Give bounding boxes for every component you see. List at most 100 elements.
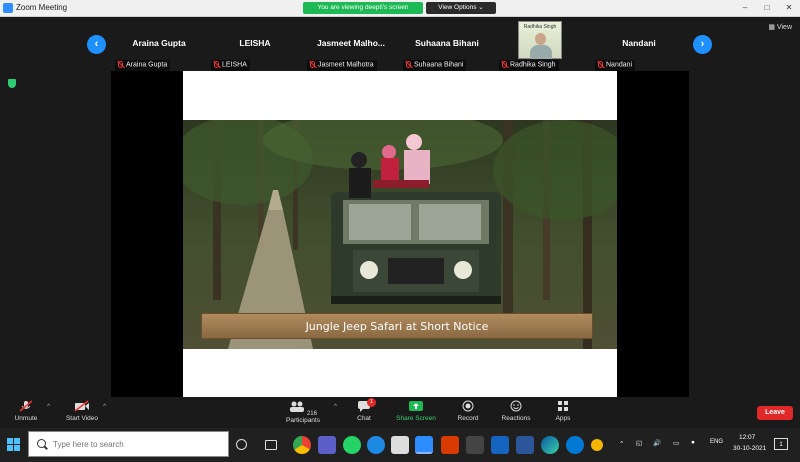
- store-icon[interactable]: [391, 436, 409, 454]
- participant-name: Jasmeet Malho...: [316, 38, 386, 48]
- muted-mic-icon: [598, 61, 603, 68]
- participant-label: Suhaana Bihani: [403, 60, 467, 71]
- muted-mic-icon: [118, 61, 123, 68]
- video-caption: Radhika Singh: [523, 24, 557, 30]
- meeting-controls: Unmute ^ Start Video ^ 216 Participants …: [0, 398, 800, 428]
- record-icon: [462, 400, 474, 412]
- participants-icon: [290, 401, 305, 412]
- zoom-taskbar-icon[interactable]: [415, 436, 433, 454]
- unmute-button[interactable]: Unmute ^: [0, 400, 56, 422]
- search-icon: [37, 439, 46, 448]
- participant-label-text: LEISHA: [222, 61, 247, 69]
- screen-share-banner: You are viewing deepti's screen: [303, 2, 423, 14]
- app-icon[interactable]: [591, 439, 603, 451]
- participant-label: Nandani: [595, 60, 636, 71]
- chrome-icon[interactable]: [293, 436, 311, 454]
- participant-video: Radhika Singh: [518, 21, 562, 59]
- whatsapp-icon[interactable]: [343, 436, 361, 454]
- app-icon[interactable]: [466, 436, 484, 454]
- chat-label: Chat: [357, 415, 371, 422]
- caret-up-icon[interactable]: ^: [103, 404, 106, 410]
- security-shield-icon[interactable]: [8, 79, 16, 88]
- reactions-label: Reactions: [501, 415, 531, 422]
- mic-tray-icon[interactable]: ●: [691, 439, 695, 446]
- cortana-icon[interactable]: [236, 439, 247, 450]
- share-screen-icon: [409, 401, 423, 411]
- person-body: [530, 45, 552, 59]
- participant-tile[interactable]: Suhaana Bihani Suhaana Bihani: [401, 21, 493, 71]
- muted-mic-icon: [214, 61, 219, 68]
- participant-label-text: Jasmeet Malhotra: [318, 61, 374, 69]
- maximize-button[interactable]: □: [756, 2, 778, 14]
- participant-tile[interactable]: LEISHA LEISHA: [209, 21, 301, 71]
- window-title: Zoom Meeting: [16, 3, 68, 12]
- participant-name: LEISHA: [239, 38, 271, 48]
- participant-label: Jasmeet Malhotra: [307, 60, 377, 71]
- presentation-slide: Jungle Jeep Safari at Short Notice: [183, 71, 617, 397]
- edge-icon[interactable]: [541, 436, 559, 454]
- apps-icon: [558, 401, 568, 411]
- app-icon[interactable]: [367, 436, 385, 454]
- clock-time[interactable]: 12:07: [739, 434, 755, 441]
- video-off-icon: [74, 400, 89, 412]
- chat-badge: 1: [367, 398, 376, 407]
- view-options-button[interactable]: View Options ⌄: [426, 2, 496, 14]
- person-head: [535, 33, 546, 45]
- participant-label: LEISHA: [211, 60, 250, 71]
- chevron-up-icon[interactable]: ⌃: [619, 440, 624, 448]
- word-icon[interactable]: [516, 436, 534, 454]
- taskbar-search-input[interactable]: [53, 438, 223, 451]
- gallery-prev-arrow[interactable]: ‹: [87, 35, 106, 54]
- network-icon[interactable]: ◱: [636, 439, 642, 447]
- participant-label: Araina Gupta: [115, 60, 171, 71]
- shared-screen: Jungle Jeep Safari at Short Notice: [111, 71, 689, 397]
- participant-label: Radhika Singh: [499, 60, 559, 71]
- zoom-app-icon: [3, 3, 13, 13]
- record-label: Record: [457, 415, 479, 422]
- slide-title-banner: Jungle Jeep Safari at Short Notice: [201, 313, 593, 339]
- participant-tile[interactable]: Nandani Nandani: [593, 21, 685, 71]
- participant-label-text: Radhika Singh: [510, 61, 556, 69]
- participant-name: Suhaana Bihani: [415, 38, 479, 48]
- minimize-button[interactable]: –: [734, 2, 756, 14]
- participants-button[interactable]: 216 Participants ^: [273, 400, 337, 424]
- participant-tile[interactable]: Jasmeet Malho... Jasmeet Malhotra: [305, 21, 397, 71]
- notifications-icon[interactable]: 1: [774, 438, 788, 450]
- app-icon[interactable]: [491, 436, 509, 454]
- window-titlebar: Zoom Meeting You are viewing deepti's sc…: [0, 0, 800, 17]
- share-screen-button[interactable]: Share Screen: [386, 400, 446, 422]
- participant-name: Nandani: [622, 38, 656, 48]
- apps-button[interactable]: Apps: [533, 400, 593, 422]
- office-icon[interactable]: [441, 436, 459, 454]
- participant-label-text: Suhaana Bihani: [414, 61, 464, 69]
- taskbar-search-box[interactable]: [28, 431, 229, 457]
- windows-start-icon[interactable]: [7, 438, 21, 452]
- apps-label: Apps: [555, 415, 571, 422]
- language-indicator[interactable]: ENG: [710, 439, 723, 445]
- muted-mic-icon: [310, 61, 315, 68]
- view-button[interactable]: ▦ View: [768, 23, 792, 31]
- battery-icon[interactable]: ▭: [673, 439, 679, 447]
- teams-icon[interactable]: [318, 436, 336, 454]
- leave-button[interactable]: Leave: [757, 406, 793, 420]
- participant-label-text: Araina Gupta: [126, 61, 168, 69]
- windows-taskbar: ⌃ ◱ 🔊 ▭ ● ENG 12:07 30-10-2021 1: [0, 428, 800, 462]
- caret-up-icon[interactable]: ^: [47, 404, 50, 410]
- reactions-icon: [510, 400, 522, 412]
- app-icon[interactable]: [566, 436, 584, 454]
- unmute-label: Unmute: [14, 415, 38, 422]
- chat-button[interactable]: 1 Chat: [334, 398, 394, 422]
- participant-name: Araina Gupta: [132, 38, 186, 48]
- volume-icon[interactable]: 🔊: [653, 439, 661, 447]
- muted-mic-icon: [19, 400, 33, 412]
- close-button[interactable]: ✕: [778, 2, 800, 14]
- gallery-next-arrow[interactable]: ›: [693, 35, 712, 54]
- task-view-icon[interactable]: [265, 440, 277, 450]
- participant-tile[interactable]: Araina Gupta Araina Gupta: [113, 21, 205, 71]
- view-button-label: View: [776, 24, 792, 31]
- clock-date[interactable]: 30-10-2021: [733, 445, 766, 452]
- participants-label: Participants: [286, 417, 320, 424]
- jeep-safari-photo: Jungle Jeep Safari at Short Notice: [183, 120, 617, 349]
- participant-tile[interactable]: Radhika Singh Radhika Singh: [497, 21, 589, 71]
- start-video-button[interactable]: Start Video ^: [52, 400, 112, 422]
